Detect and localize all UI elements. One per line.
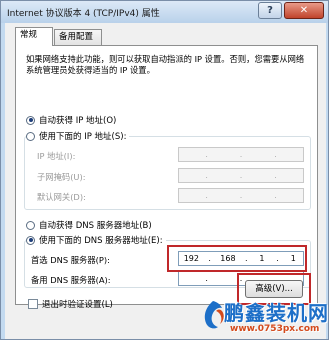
checkbox-unchecked-icon — [28, 299, 38, 309]
close-button[interactable]: ✕ — [284, 2, 324, 19]
advanced-button-highlight — [237, 273, 311, 305]
dialog-window: Internet 协议版本 4 (TCP/IPv4) 属性 ? ✕ 常规 备用配… — [0, 0, 329, 340]
alternate-dns-label: 备用 DNS 服务器(A): — [31, 275, 111, 285]
window-title: Internet 协议版本 4 (TCP/IPv4) 属性 — [7, 9, 160, 19]
radio-auto-dns[interactable]: 自动获得 DNS 服务器地址(B) — [26, 219, 152, 231]
ip-address-input[interactable]: ... — [178, 147, 304, 162]
preferred-dns-label: 首选 DNS 服务器(P): — [31, 255, 110, 265]
title-bar[interactable]: Internet 协议版本 4 (TCP/IPv4) 属性 ? ✕ — [1, 1, 328, 23]
radio-selected-icon — [26, 115, 35, 125]
default-gateway-input[interactable]: ... — [178, 188, 304, 203]
radio-unselected-icon — [26, 220, 35, 230]
preferred-dns-highlight — [167, 245, 307, 272]
help-button[interactable]: ? — [258, 2, 282, 19]
ip-address-label: IP 地址(I): — [37, 151, 76, 161]
radio-auto-dns-label: 自动获得 DNS 服务器地址(B) — [39, 221, 152, 231]
radio-auto-ip[interactable]: 自动获得 IP 地址(O) — [26, 114, 116, 126]
tab-alternate-configuration[interactable]: 备用配置 — [54, 29, 102, 46]
validate-on-exit-checkbox[interactable]: 退出时验证设置(L) — [28, 298, 113, 310]
dialog-client-area: 常规 备用配置 如果网络支持此功能，则可以获取自动指派的 IP 设置。否则，您需… — [5, 23, 326, 339]
default-gateway-label: 默认网关(D): — [37, 192, 86, 202]
radio-manual-dns-label: 使用下面的 DNS 服务器地址(E): — [39, 236, 163, 246]
description-text: 如果网络支持此功能，则可以获取自动指派的 IP 设置。否则，您需要从网络系统管理… — [26, 54, 305, 75]
radio-unselected-icon — [26, 131, 35, 141]
subnet-mask-input[interactable]: ... — [178, 168, 304, 183]
radio-selected-icon — [26, 235, 35, 245]
validate-on-exit-label: 退出时验证设置(L) — [42, 300, 113, 310]
tab-general[interactable]: 常规 — [15, 27, 53, 46]
radio-manual-ip-label: 使用下面的 IP 地址(S): — [39, 132, 127, 142]
radio-manual-dns[interactable]: 使用下面的 DNS 服务器地址(E): — [26, 234, 166, 246]
general-tab-panel: 如果网络支持此功能，则可以获取自动指派的 IP 设置。否则，您需要从网络系统管理… — [15, 45, 318, 310]
radio-auto-ip-label: 自动获得 IP 地址(O) — [39, 116, 117, 126]
subnet-mask-label: 子网掩码(U): — [37, 172, 86, 182]
radio-manual-ip[interactable]: 使用下面的 IP 地址(S): — [26, 130, 130, 142]
